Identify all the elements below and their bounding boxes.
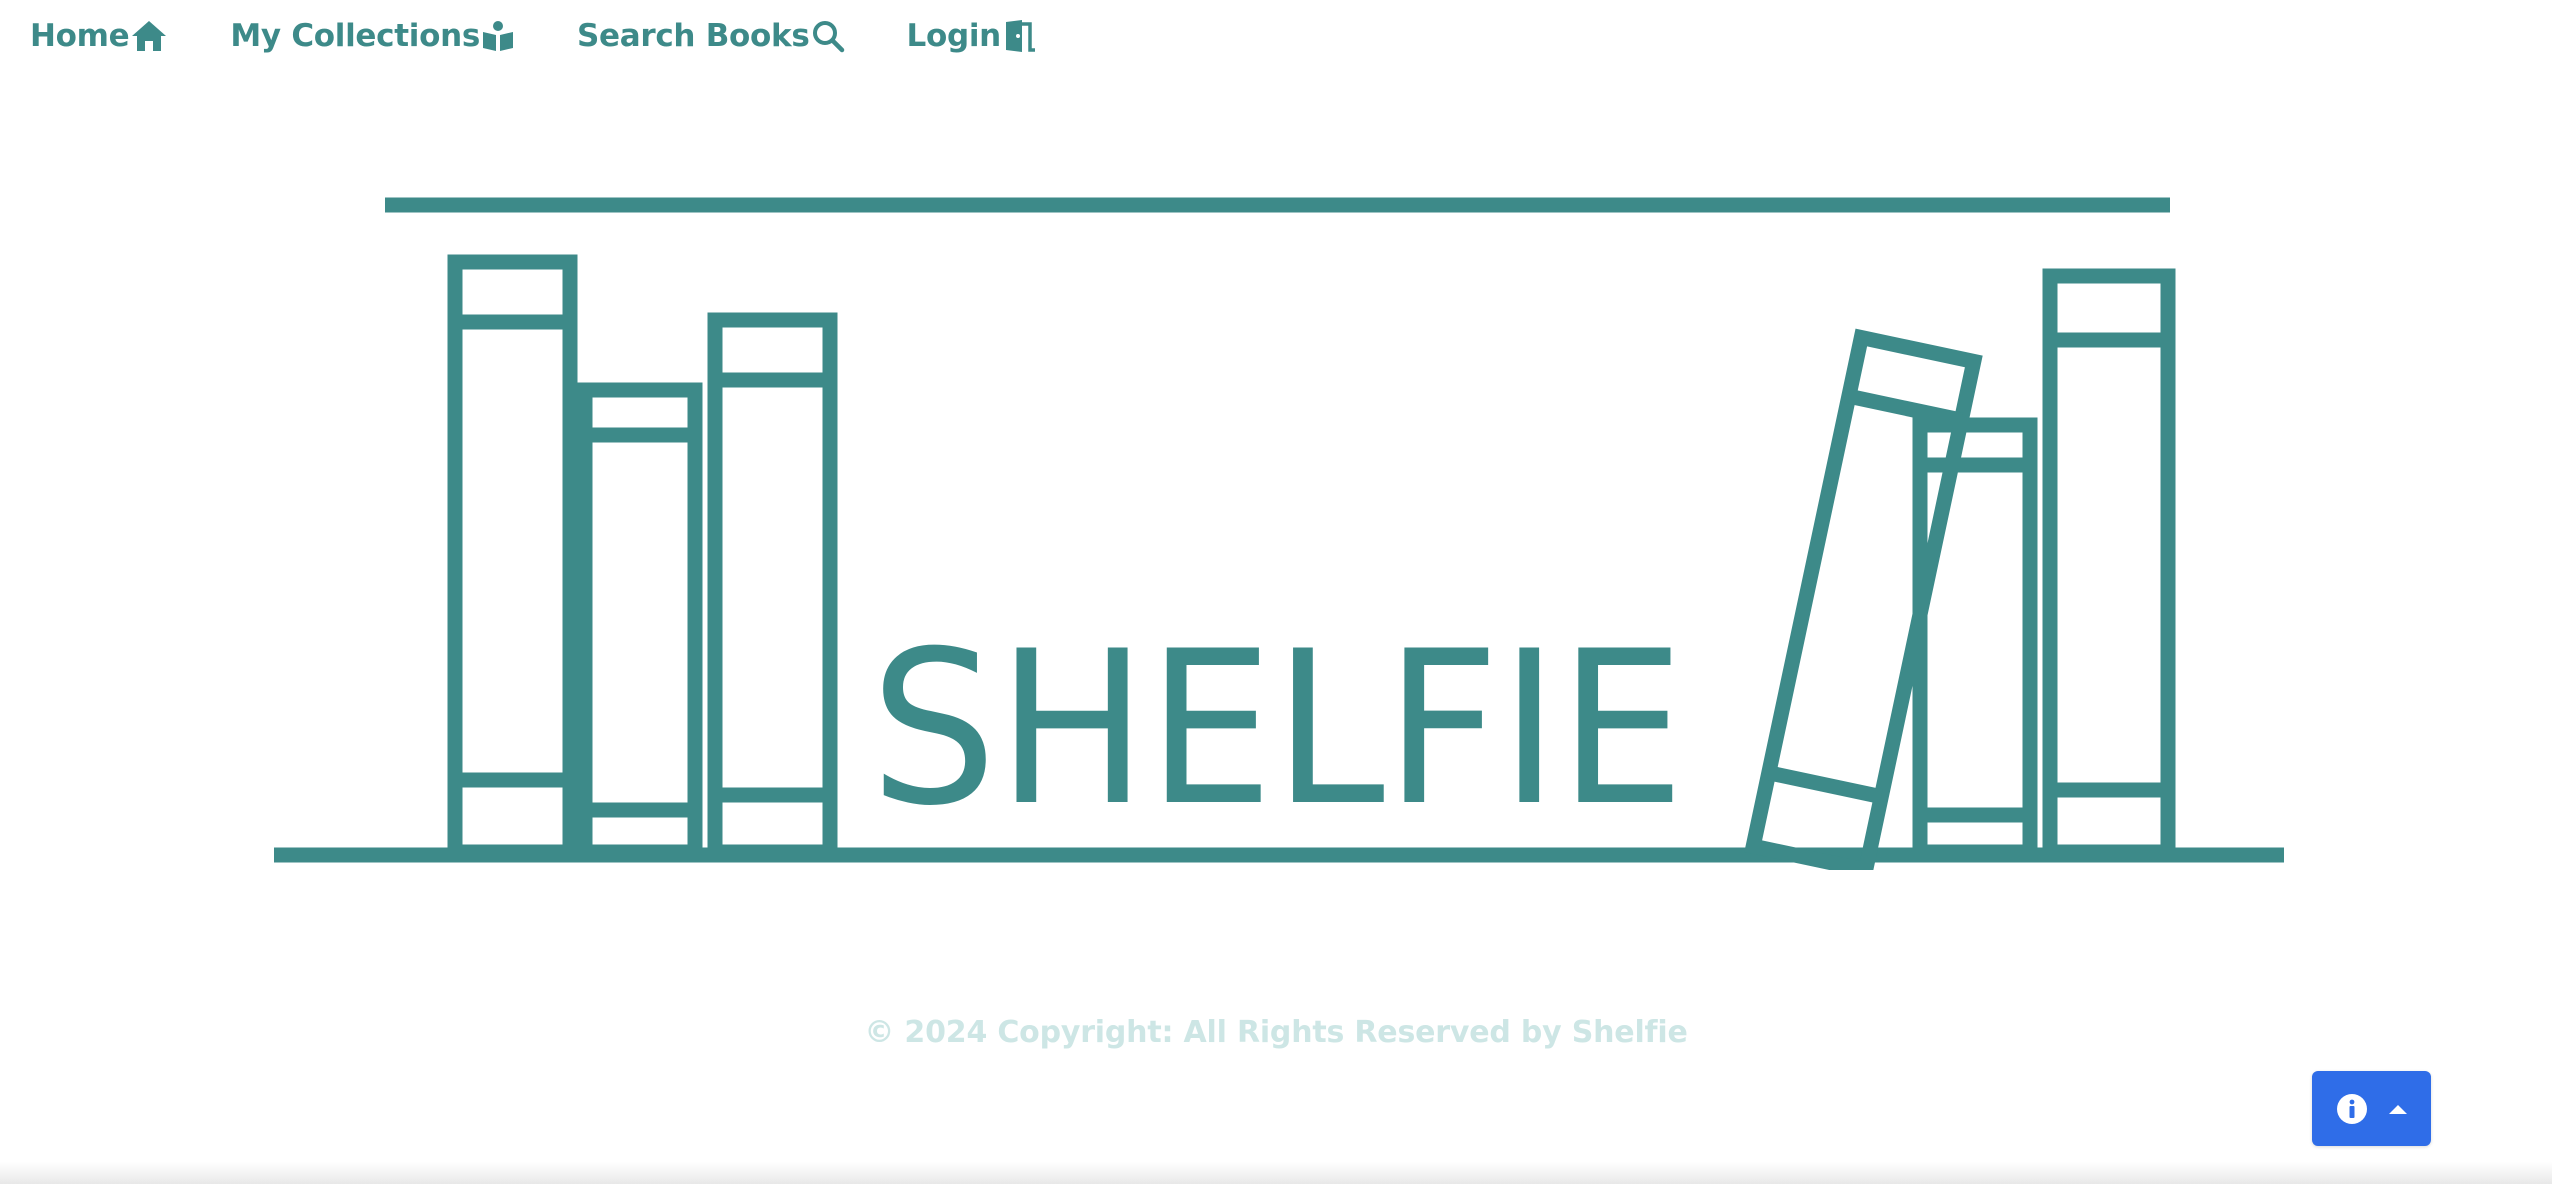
footer-copyright: © 2024 Copyright: All Rights Reserved by…	[864, 1015, 1688, 1050]
top-navigation: Home My Collections Search Books Login	[0, 0, 1100, 72]
nav-search-books-link[interactable]: Search Books	[577, 18, 845, 54]
nav-my-collections-label: My Collections	[230, 18, 480, 54]
nav-my-collections-link[interactable]: My Collections	[230, 18, 515, 54]
door-open-icon	[1002, 19, 1038, 53]
info-toggle-button[interactable]	[2312, 1071, 2431, 1146]
caret-up-icon	[2387, 1102, 2409, 1116]
nav-login-link[interactable]: Login	[907, 18, 1038, 54]
search-icon	[811, 19, 845, 53]
nav-home-link[interactable]: Home	[30, 18, 168, 54]
home-icon	[130, 19, 168, 53]
logo-wordmark: SHELFIE	[870, 605, 1685, 852]
logo-book-left-3	[707, 312, 838, 860]
logo-book-left-1	[447, 254, 578, 860]
logo-book-right-2	[2042, 268, 2176, 860]
logo-book-leaning	[1744, 328, 1983, 870]
logo-book-right-1	[1912, 417, 2038, 860]
shelfie-logo: SHELFIE	[270, 190, 2290, 870]
bottom-edge-shadow	[0, 1162, 2552, 1184]
nav-search-books-label: Search Books	[577, 18, 810, 54]
page: Home My Collections Search Books Login S…	[0, 0, 2552, 1184]
nav-home-label: Home	[30, 18, 130, 54]
logo-book-left-2	[577, 382, 703, 860]
nav-login-label: Login	[906, 18, 1002, 54]
info-circle-icon	[2335, 1092, 2369, 1126]
reading-person-icon	[481, 20, 515, 52]
